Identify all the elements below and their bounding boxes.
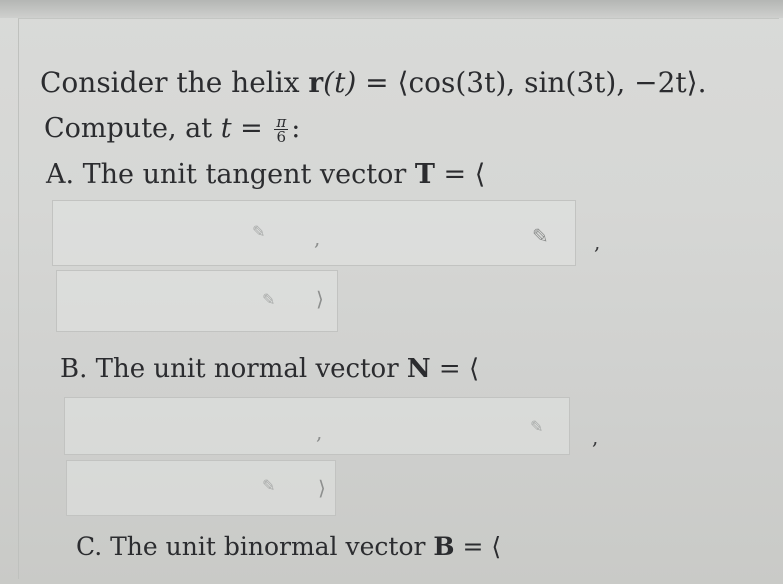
pi-over-six: π6 [274,115,289,146]
comma-separator: , [314,226,321,250]
tangent-z-input[interactable] [56,270,338,332]
helix-definition: = ⟨cos(3t), sin(3t), −2t⟩. [356,66,707,99]
question-text: Consider the helix r(t) = ⟨cos(3t), sin(… [40,67,707,99]
part-b-label: B. The unit normal vector N = ⟨ [60,353,479,385]
r-symbol: r [308,66,324,99]
compute-instruction: Compute, at t = π6: [44,113,300,145]
part-b-text: B. The unit normal vector [60,354,407,384]
comma-separator: , [316,420,323,444]
part-b-open: = ⟨ [430,354,480,384]
pencil-icon: ✎ [262,476,276,495]
question-intro: Consider the helix [40,66,309,99]
close-bracket: ⟩ [318,476,326,500]
part-a-symbol: T [414,159,435,190]
compute-equals: = [231,113,272,144]
part-a-open: = ⟨ [434,159,486,190]
pencil-icon: ✎ [252,222,266,241]
frac-denominator: 6 [276,128,287,146]
screen: Consider the helix r(t) = ⟨cos(3t), sin(… [0,0,783,584]
normal-z-input[interactable] [66,460,336,516]
pencil-icon[interactable]: ✎ [532,224,549,248]
part-c-label: C. The unit binormal vector B = ⟨ [76,531,501,563]
part-b-symbol: N [406,354,431,384]
compute-suffix: : [291,113,301,144]
part-a-text: A. The unit tangent vector [46,159,415,190]
compute-prefix: Compute, at [44,113,221,144]
close-bracket: ⟩ [316,287,324,311]
part-a-label: A. The unit tangent vector T = ⟨ [46,159,485,191]
comma-separator: , [592,425,599,449]
compute-var: t [220,113,232,144]
pencil-icon: ✎ [262,290,276,309]
r-arg: (t) [323,66,357,99]
comma-separator: , [594,230,601,254]
top-edge [0,0,783,18]
pencil-icon[interactable]: ✎ [530,417,543,436]
part-c-open: = ⟨ [454,532,502,561]
part-c-symbol: B [433,532,455,561]
part-c-text: C. The unit binormal vector [76,532,434,561]
